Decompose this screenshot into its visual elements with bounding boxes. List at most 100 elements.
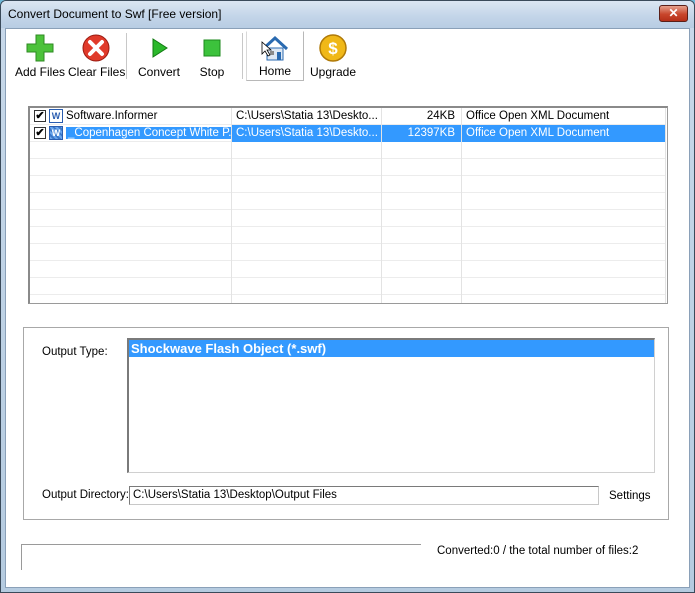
dollar-coin-icon: $ [319, 34, 347, 62]
file-name-cell: ✔ W Software.Informer [30, 108, 232, 125]
settings-link[interactable]: Settings [609, 490, 651, 502]
empty-cell [232, 227, 382, 244]
app-window: Convert Document to Swf [Free version] ✕… [0, 0, 695, 593]
add-files-button[interactable]: Add Files [14, 31, 66, 81]
word-document-icon: W [49, 126, 63, 140]
add-files-label: Add Files [14, 65, 66, 79]
toolbar-separator [126, 33, 127, 79]
empty-cell [30, 176, 232, 193]
empty-cell [30, 244, 232, 261]
empty-cell [462, 193, 666, 210]
word-document-icon: W [49, 109, 63, 123]
window-title: Convert Document to Swf [Free version] [8, 7, 222, 21]
file-type: Office Open XML Document [462, 108, 666, 125]
empty-cell [30, 159, 232, 176]
empty-row [30, 295, 666, 303]
empty-cell [30, 261, 232, 278]
file-path: C:\Users\Statia 13\Deskto... [232, 125, 382, 142]
file-checkbox[interactable]: ✔ [34, 110, 46, 122]
clear-x-icon [82, 34, 110, 62]
file-path: C:\Users\Statia 13\Deskto... [232, 108, 382, 125]
file-name: _Copenhagen Concept White P... [66, 127, 231, 139]
output-directory-label: Output Directory: [42, 489, 129, 501]
home-button[interactable]: Home [246, 31, 304, 81]
close-button[interactable]: ✕ [659, 5, 688, 22]
empty-row [30, 227, 666, 244]
empty-cell [462, 159, 666, 176]
empty-cell [382, 244, 462, 261]
empty-cell [462, 261, 666, 278]
output-type-list[interactable]: Shockwave Flash Object (*.swf) [127, 338, 655, 473]
toolbar: Add Files Clear Files Convert Stop Home … [6, 29, 689, 83]
file-list[interactable]: ✔ W Software.Informer C:\Users\Statia 13… [28, 106, 668, 304]
empty-cell [462, 210, 666, 227]
empty-cell [462, 278, 666, 295]
empty-cell [462, 244, 666, 261]
empty-cell [382, 142, 462, 159]
empty-cell [30, 210, 232, 227]
file-row-selected[interactable]: ✔ W _Copenhagen Concept White P... C:\Us… [30, 125, 666, 142]
output-type-label: Output Type: [42, 346, 108, 358]
stop-icon [203, 39, 221, 57]
empty-cell [382, 210, 462, 227]
file-name: Software.Informer [66, 110, 158, 122]
empty-cell [462, 227, 666, 244]
empty-cell [30, 295, 232, 303]
empty-row [30, 176, 666, 193]
file-name-cell: ✔ W _Copenhagen Concept White P... [30, 125, 232, 142]
file-checkbox[interactable]: ✔ [34, 127, 46, 139]
empty-cell [30, 142, 232, 159]
empty-cell [30, 193, 232, 210]
empty-cell [30, 278, 232, 295]
stop-label: Stop [199, 65, 225, 79]
empty-row [30, 261, 666, 278]
output-directory-input[interactable]: C:\Users\Statia 13\Desktop\Output Files [129, 486, 599, 505]
empty-cell [462, 295, 666, 303]
file-type: Office Open XML Document [462, 125, 666, 142]
progress-bar [21, 544, 421, 570]
empty-cell [232, 193, 382, 210]
empty-cell [232, 244, 382, 261]
upgrade-button[interactable]: $ Upgrade [308, 31, 358, 81]
output-settings-group: Output Type: Shockwave Flash Object (*.s… [23, 327, 669, 520]
svg-text:$: $ [328, 39, 338, 58]
empty-cell [382, 261, 462, 278]
empty-row [30, 193, 666, 210]
empty-cell [232, 176, 382, 193]
empty-cell [232, 261, 382, 278]
plus-icon [26, 34, 54, 62]
empty-cell [382, 295, 462, 303]
empty-row [30, 159, 666, 176]
play-icon [152, 38, 168, 58]
file-size: 12397KB [382, 125, 462, 142]
clear-files-button[interactable]: Clear Files [68, 31, 126, 81]
empty-cell [382, 278, 462, 295]
empty-cell [382, 193, 462, 210]
toolbar-separator [242, 33, 243, 79]
empty-row [30, 278, 666, 295]
empty-cell [232, 210, 382, 227]
home-icon [261, 35, 289, 61]
empty-cell [232, 295, 382, 303]
upgrade-label: Upgrade [309, 65, 357, 79]
empty-row [30, 244, 666, 261]
empty-cell [462, 142, 666, 159]
stop-button[interactable]: Stop [190, 31, 234, 81]
home-label: Home [258, 64, 291, 78]
empty-cell [382, 227, 462, 244]
empty-cell [232, 159, 382, 176]
convert-label: Convert [137, 65, 181, 79]
empty-cell [382, 176, 462, 193]
output-type-option-selected[interactable]: Shockwave Flash Object (*.swf) [129, 340, 654, 357]
clear-files-label: Clear Files [68, 65, 126, 79]
empty-row [30, 142, 666, 159]
client-area: Add Files Clear Files Convert Stop Home … [5, 28, 690, 588]
empty-cell [382, 159, 462, 176]
convert-button[interactable]: Convert [134, 31, 184, 81]
empty-cell [462, 176, 666, 193]
file-row[interactable]: ✔ W Software.Informer C:\Users\Statia 13… [30, 108, 666, 125]
empty-row [30, 210, 666, 227]
empty-cell [232, 278, 382, 295]
file-size: 24KB [382, 108, 462, 125]
empty-cell [30, 227, 232, 244]
